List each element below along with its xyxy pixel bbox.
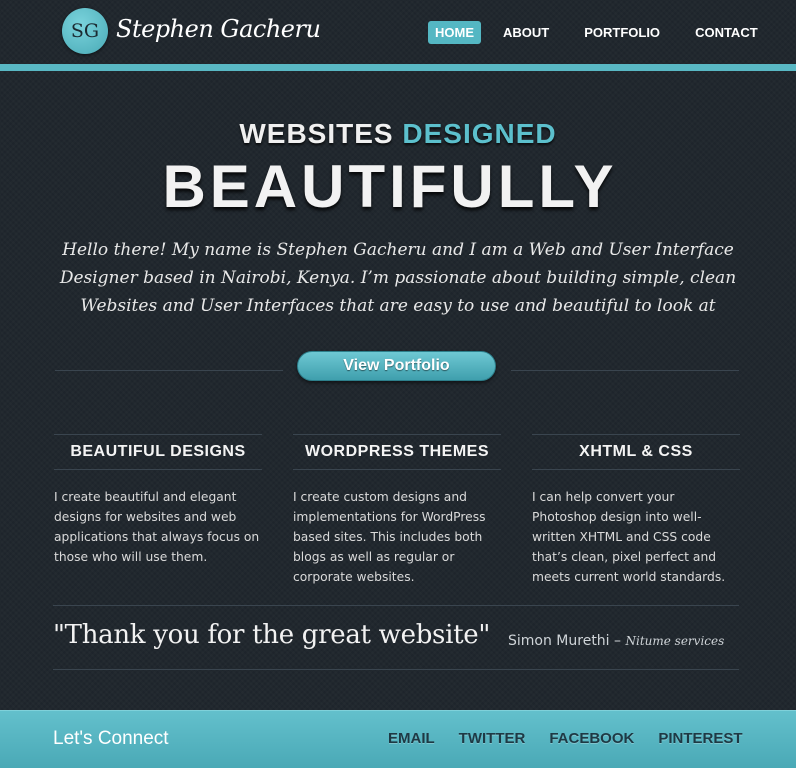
pinterest-link[interactable]: PINTEREST <box>658 730 742 747</box>
site-name[interactable]: Stephen Gacheru <box>116 15 321 43</box>
nav-item-contact[interactable]: CONTACT <box>688 21 765 44</box>
testimonial-attribution: Simon Murethi – Nitume services <box>508 633 724 649</box>
feature-wordpress-themes: WORDPRESS THEMES I create custom designs… <box>293 434 501 587</box>
logo-badge[interactable]: SG <box>62 8 108 54</box>
testimonial-company: Nitume services <box>625 634 725 648</box>
logo-initials: SG <box>70 20 100 42</box>
feature-title: WORDPRESS THEMES <box>293 434 501 470</box>
feature-description: I create custom designs and implementati… <box>293 490 486 584</box>
main-nav: HOME ABOUT PORTFOLIO CONTACT <box>428 21 786 44</box>
feature-xhtml-css: XHTML & CSS I can help convert your Phot… <box>532 434 740 587</box>
site-footer: Let's Connect EMAIL TWITTER FACEBOOK PIN… <box>0 710 796 768</box>
social-links: EMAIL TWITTER FACEBOOK PINTEREST <box>388 730 767 747</box>
nav-item-home[interactable]: HOME <box>428 21 481 44</box>
nav-item-about[interactable]: ABOUT <box>496 21 556 44</box>
site-header: SG Stephen Gacheru HOME ABOUT PORTFOLIO … <box>0 0 796 64</box>
cta-divider-left <box>55 370 283 371</box>
feature-title: BEAUTIFUL DESIGNS <box>54 434 262 470</box>
twitter-link[interactable]: TWITTER <box>459 730 526 747</box>
facebook-link[interactable]: FACEBOOK <box>549 730 634 747</box>
feature-title: XHTML & CSS <box>532 434 740 470</box>
view-portfolio-button[interactable]: View Portfolio <box>297 351 496 381</box>
feature-beautiful-designs: BEAUTIFUL DESIGNS I create beautiful and… <box>54 434 262 567</box>
feature-description: I create beautiful and elegant designs f… <box>54 490 260 564</box>
testimonial-divider-bottom <box>53 669 739 670</box>
hero-intro-text: Hello there! My name is Stephen Gacheru … <box>59 240 737 316</box>
footer-title: Let's Connect <box>53 728 169 749</box>
testimonial-author: Simon Murethi <box>508 633 610 649</box>
nav-item-portfolio[interactable]: PORTFOLIO <box>577 21 667 44</box>
testimonial-quote: "Thank you for the great website" <box>53 620 490 650</box>
testimonial-separator: – <box>609 633 626 649</box>
hero-subtitle-accent: DESIGNED <box>402 118 557 149</box>
hero-subtitle-plain: WEBSITES <box>239 118 403 149</box>
hero-title: BEAUTIFULLY <box>162 153 618 220</box>
testimonial-divider-top <box>53 605 739 606</box>
feature-description: I can help convert your Photoshop design… <box>532 490 726 584</box>
hero-subtitle: WEBSITES DESIGNED <box>0 118 796 150</box>
cta-divider-right <box>511 370 739 371</box>
header-accent-bar <box>0 64 796 71</box>
email-link[interactable]: EMAIL <box>388 730 435 747</box>
